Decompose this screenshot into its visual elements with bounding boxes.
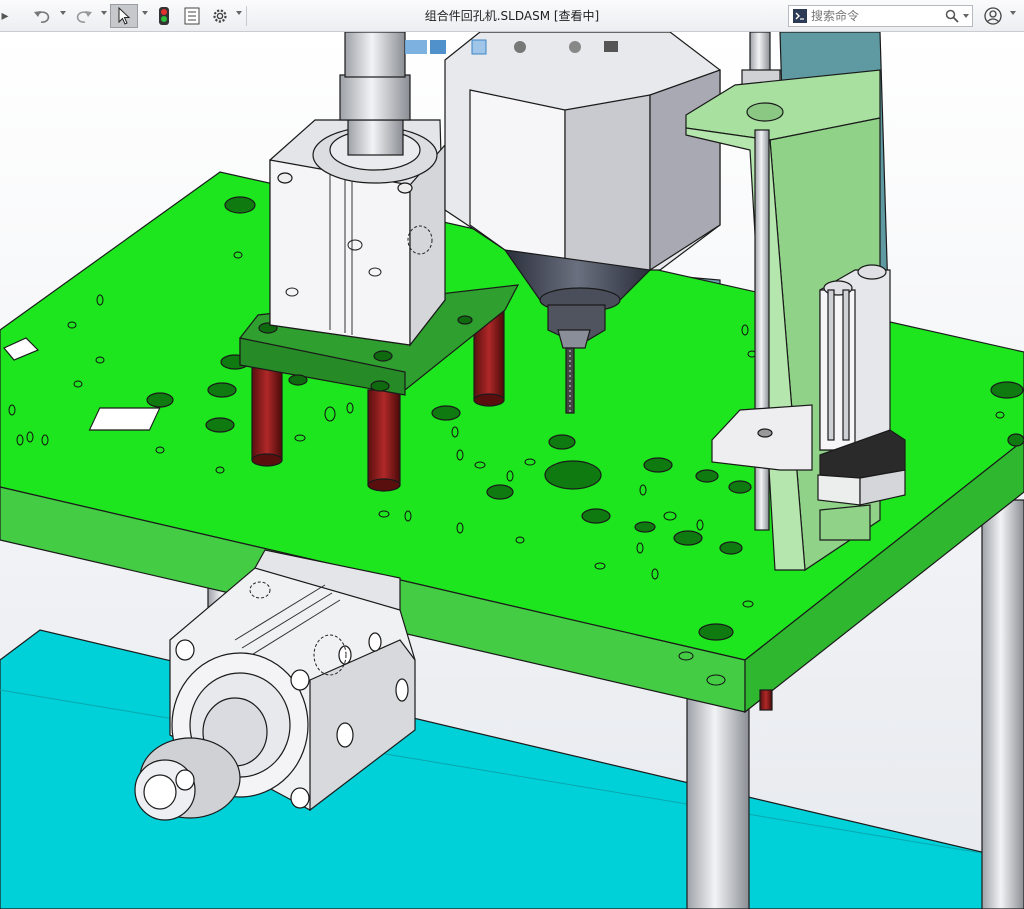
search-icon[interactable]: [945, 9, 959, 23]
table-leg-front: [686, 689, 750, 909]
user-icon: [984, 7, 1002, 25]
scene-icon[interactable]: [569, 41, 581, 53]
redo-icon: [76, 11, 92, 23]
search-input[interactable]: [811, 8, 939, 24]
redo-button[interactable]: [72, 4, 96, 28]
table-leg-right: [981, 499, 1024, 909]
select-button[interactable]: [110, 4, 138, 28]
graphics-area[interactable]: [0, 32, 1024, 909]
drill-through-hole: [544, 460, 602, 490]
options-dropdown-icon[interactable]: [236, 11, 242, 15]
view-orientation-icon[interactable]: [405, 40, 427, 54]
display-style-icon[interactable]: [430, 40, 446, 54]
undo-icon: [34, 11, 50, 23]
appearance-icon[interactable]: [514, 41, 526, 53]
account-button[interactable]: [982, 4, 1004, 28]
toolbar-divider: [246, 6, 247, 26]
gear-icon: [213, 9, 227, 23]
hide-show-icon[interactable]: [471, 39, 487, 55]
properties-icon: [184, 7, 200, 25]
search-dropdown-icon[interactable]: [963, 14, 969, 18]
undo-dropdown-icon[interactable]: [60, 11, 66, 15]
account-dropdown-icon[interactable]: [1010, 11, 1016, 15]
traffic-light-icon: [159, 7, 169, 25]
model-view[interactable]: [0, 32, 1024, 909]
title-bar: ▸ 组合件回孔机.SLDASM [查看中] 搜索命令: [0, 0, 1024, 32]
undo-button[interactable]: [30, 4, 54, 28]
cursor-icon: [118, 7, 131, 25]
select-dropdown-icon[interactable]: [142, 11, 148, 15]
command-prompt-icon: [793, 9, 807, 23]
rebuild-button[interactable]: [154, 4, 174, 28]
file-properties-button[interactable]: [180, 4, 204, 28]
app-menu-edge[interactable]: ▸: [0, 4, 10, 28]
command-search[interactable]: [788, 5, 973, 27]
view-settings-icon[interactable]: [604, 41, 618, 52]
redo-dropdown-icon[interactable]: [101, 11, 107, 15]
plate-slot: [88, 407, 161, 431]
options-button[interactable]: [208, 4, 232, 28]
